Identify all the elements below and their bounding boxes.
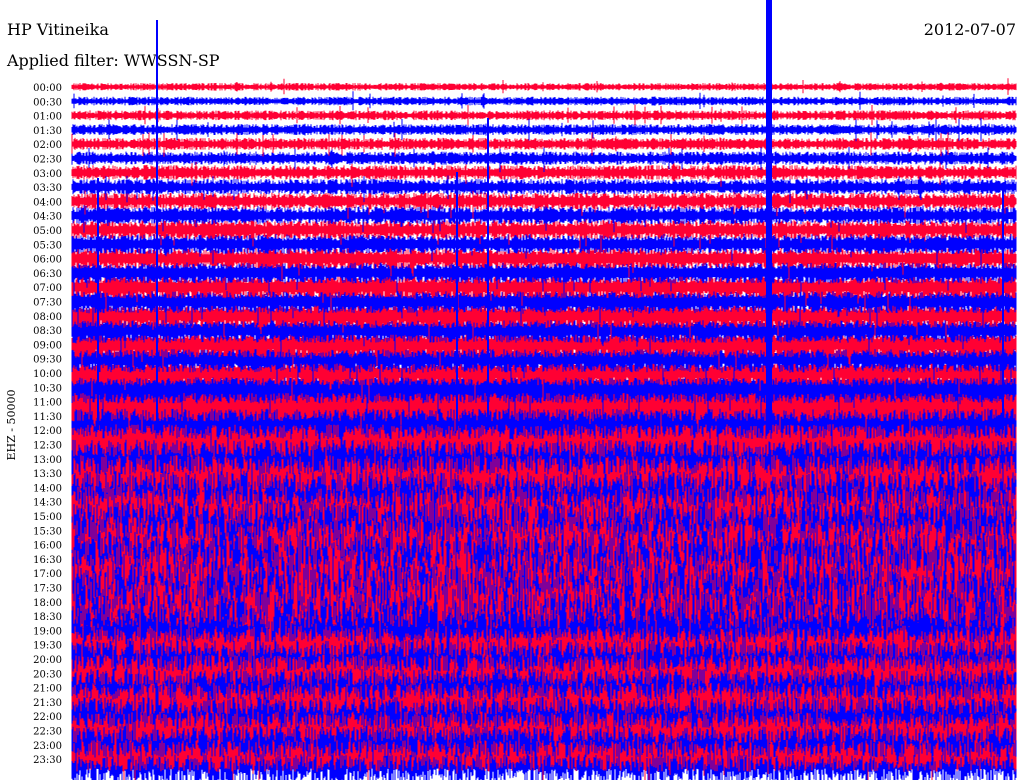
row-label: 17:00 (33, 569, 62, 580)
row-label: 17:30 (33, 584, 62, 595)
row-label: 05:00 (33, 226, 62, 237)
y-axis-label: EHZ - 50000 (5, 390, 18, 461)
row-label: 01:30 (33, 126, 62, 137)
row-label: 02:30 (33, 155, 62, 166)
row-label: 00:00 (33, 83, 62, 94)
helicorder-plot: 00:00 00:30 01:00 01:30 02:00 02:30 03:00 03:30… (5, 0, 1017, 780)
row-label: 11:30 (33, 412, 62, 423)
row-label: 13:30 (33, 469, 62, 480)
row-label: 03:30 (33, 183, 62, 194)
row-label: 21:00 (33, 684, 62, 695)
row-label: 16:30 (33, 555, 62, 566)
row-label: 05:30 (33, 240, 62, 251)
row-label: 23:00 (33, 741, 62, 752)
row-label: 12:00 (33, 426, 62, 437)
trace-row (71, 117, 1017, 142)
trace-layer (71, 0, 1017, 780)
row-label: 04:30 (33, 212, 62, 223)
row-label: 15:30 (33, 526, 62, 537)
row-label: 10:00 (33, 369, 62, 380)
row-label: 03:00 (33, 169, 62, 180)
row-label-layer: 00:00 00:30 01:00 01:30 02:00 02:30 03:00 03:30… (33, 83, 62, 766)
row-label: 02:00 (33, 140, 62, 151)
row-label: 15:00 (33, 512, 62, 523)
row-label: 22:00 (33, 712, 62, 723)
row-label: 12:30 (33, 441, 62, 452)
row-label: 14:30 (33, 498, 62, 509)
trace-row (71, 91, 1017, 111)
row-label: 07:00 (33, 283, 62, 294)
row-label: 04:00 (33, 197, 62, 208)
row-label: 11:00 (33, 398, 62, 409)
row-label: 06:30 (33, 269, 62, 280)
row-label: 18:30 (33, 612, 62, 623)
row-label: 18:00 (33, 598, 62, 609)
trace-row (71, 104, 1017, 126)
row-label: 21:30 (33, 698, 62, 709)
row-label: 20:00 (33, 655, 62, 666)
trace-row (71, 78, 1017, 95)
row-label: 13:00 (33, 455, 62, 466)
row-label: 14:00 (33, 483, 62, 494)
row-label: 06:00 (33, 255, 62, 266)
row-label: 07:30 (33, 298, 62, 309)
row-label: 09:00 (33, 340, 62, 351)
row-label: 16:00 (33, 541, 62, 552)
row-label: 19:30 (33, 641, 62, 652)
row-label: 01:00 (33, 112, 62, 123)
row-label: 10:30 (33, 383, 62, 394)
row-label: 20:30 (33, 669, 62, 680)
row-label: 08:00 (33, 312, 62, 323)
row-label: 00:30 (33, 97, 62, 108)
row-label: 09:30 (33, 355, 62, 366)
row-label: 23:30 (33, 755, 62, 766)
row-label: 22:30 (33, 727, 62, 738)
row-label: 19:00 (33, 626, 62, 637)
row-label: 08:30 (33, 326, 62, 337)
